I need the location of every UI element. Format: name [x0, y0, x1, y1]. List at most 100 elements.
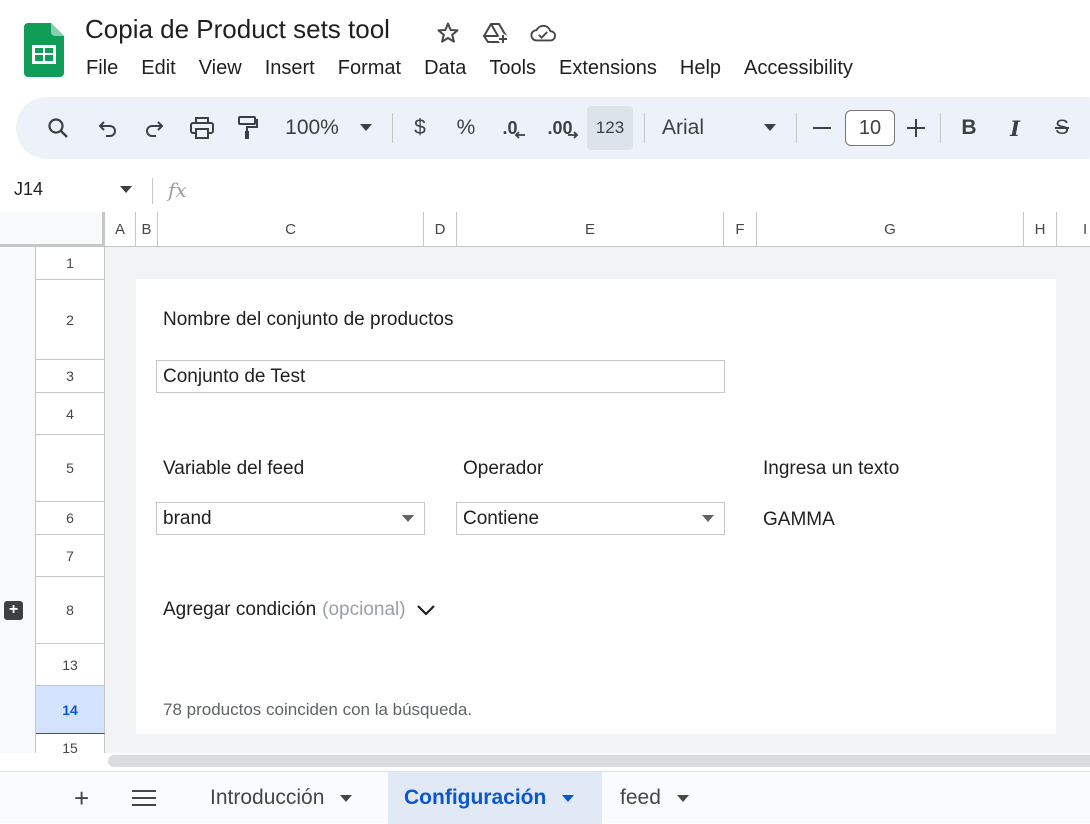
strikethrough-button[interactable]: S [1050, 97, 1074, 159]
menu-insert[interactable]: Insert [265, 54, 315, 82]
sheet-tab-bar: + Introducción Configuración feed [0, 771, 1090, 824]
zoom-select[interactable]: 100% [282, 97, 342, 159]
set-name-label: Nombre del conjunto de productos [163, 309, 454, 330]
expand-group-icon[interactable]: + [4, 601, 23, 620]
formula-divider [152, 178, 153, 204]
print-icon[interactable] [188, 97, 216, 159]
menu-tools[interactable]: Tools [489, 54, 536, 82]
operator-value: Contiene [463, 507, 540, 529]
menu-extensions[interactable]: Extensions [559, 54, 657, 82]
fx-icon: fx [168, 178, 187, 202]
feed-variable-value: brand [163, 507, 212, 529]
menu-edit[interactable]: Edit [141, 54, 175, 82]
row-header-13[interactable]: 13 [36, 644, 105, 686]
paint-format-icon[interactable] [234, 97, 262, 159]
italic-button[interactable]: I [1004, 97, 1026, 159]
search-menus-icon[interactable] [44, 97, 72, 159]
bold-button[interactable]: B [958, 97, 980, 159]
add-sheet-button[interactable]: + [74, 785, 89, 811]
decrease-font-size-icon[interactable] [810, 97, 834, 159]
toolbar: 100% $ % .0 .00 123 Arial 10 B I S [16, 97, 1090, 159]
column-header-b[interactable]: B [136, 212, 158, 247]
column-header-a[interactable]: A [105, 212, 136, 247]
row-header-1[interactable]: 1 [36, 247, 105, 280]
caret-down-icon [562, 794, 575, 802]
menu-file[interactable]: File [86, 54, 118, 82]
row-header-5[interactable]: 5 [36, 435, 105, 502]
row-header-6[interactable]: 6 [36, 502, 105, 535]
text-value-cell[interactable]: GAMMA [763, 509, 835, 531]
star-icon[interactable] [435, 20, 461, 46]
sheet-tab-label: Introducción [210, 786, 325, 809]
sheet-tab-introduccion[interactable]: Introducción [190, 772, 372, 824]
match-count-text: 78 productos coinciden con la búsqueda. [163, 700, 473, 719]
row-header-3[interactable]: 3 [36, 360, 105, 393]
chevron-down-icon [702, 515, 714, 522]
select-all-corner[interactable] [0, 212, 105, 247]
menu-accessibility[interactable]: Accessibility [744, 54, 853, 82]
menu-view[interactable]: View [199, 54, 242, 82]
spreadsheet-grid: A B C D E F G H I 1 2 3 4 5 6 7 8 13 14 … [0, 212, 1090, 753]
operator-label: Operador [463, 458, 544, 479]
set-name-input[interactable]: Conjunto de Test [156, 360, 725, 393]
toolbar-divider [392, 113, 393, 143]
all-sheets-menu-icon[interactable] [132, 789, 156, 807]
row-header-14[interactable]: 14 [36, 686, 105, 734]
column-header-d[interactable]: D [424, 212, 457, 247]
chevron-down-icon [402, 515, 414, 522]
undo-icon[interactable] [94, 97, 122, 159]
decrease-decimal-button[interactable]: .0 [498, 97, 530, 159]
feed-variable-select[interactable]: brand [156, 502, 425, 535]
operator-select[interactable]: Contiene [456, 502, 725, 535]
cloud-saved-icon[interactable] [530, 20, 556, 46]
row-header-4[interactable]: 4 [36, 393, 105, 435]
menu-data[interactable]: Data [424, 54, 466, 82]
column-header-g[interactable]: G [757, 212, 1024, 247]
sheet-tab-feed[interactable]: feed [604, 772, 705, 824]
sheet-tab-label: Configuración [404, 786, 547, 809]
menu-bar: File Edit View Insert Format Data Tools … [86, 54, 876, 82]
sheet-tab-label: feed [620, 786, 661, 809]
caret-down-icon [340, 794, 353, 802]
sheets-logo-icon[interactable] [24, 23, 64, 77]
percent-button[interactable]: % [454, 97, 478, 159]
row-group-gutter [0, 247, 36, 753]
formula-input[interactable] [200, 178, 1080, 204]
toolbar-divider [644, 113, 645, 143]
font-chevron-down-icon[interactable] [760, 97, 780, 159]
increase-decimal-button[interactable]: .00 [546, 97, 580, 159]
feed-variable-label: Variable del feed [163, 458, 305, 479]
column-header-i[interactable]: I [1057, 212, 1090, 247]
add-condition-label: Agregar condición [163, 599, 317, 620]
redo-icon[interactable] [140, 97, 168, 159]
toolbar-divider [796, 113, 797, 143]
name-box-chevron-down-icon[interactable] [120, 186, 132, 194]
caret-down-icon [676, 794, 689, 802]
row-header-2[interactable]: 2 [36, 280, 105, 360]
currency-button[interactable]: $ [408, 97, 432, 159]
row-header-8[interactable]: 8 [36, 577, 105, 644]
zoom-chevron-down-icon[interactable] [356, 97, 376, 159]
chevron-down-icon [416, 605, 435, 616]
text-label: Ingresa un texto [763, 458, 900, 479]
increase-font-size-icon[interactable] [904, 97, 928, 159]
add-condition-toggle[interactable]: Agregar condición (opcional) [163, 599, 436, 621]
more-formats-button[interactable]: 123 [587, 106, 633, 150]
name-box[interactable]: J14 [14, 179, 43, 200]
row-header-15[interactable]: 15 [36, 734, 105, 753]
column-header-f[interactable]: F [724, 212, 757, 247]
font-family-select[interactable]: Arial [662, 97, 712, 159]
menu-help[interactable]: Help [680, 54, 721, 82]
sheet-tab-configuracion[interactable]: Configuración [388, 772, 602, 824]
font-size-input[interactable]: 10 [845, 110, 895, 146]
row-header-7[interactable]: 7 [36, 535, 105, 577]
column-header-e[interactable]: E [457, 212, 724, 247]
document-title[interactable]: Copia de Product sets tool [85, 14, 390, 45]
column-header-c[interactable]: C [158, 212, 424, 247]
horizontal-scrollbar[interactable] [108, 755, 1090, 767]
column-header-h[interactable]: H [1024, 212, 1057, 247]
move-to-drive-icon[interactable] [483, 20, 509, 46]
toolbar-divider [940, 113, 941, 143]
add-condition-optional: (opcional) [322, 599, 406, 620]
menu-format[interactable]: Format [338, 54, 401, 82]
